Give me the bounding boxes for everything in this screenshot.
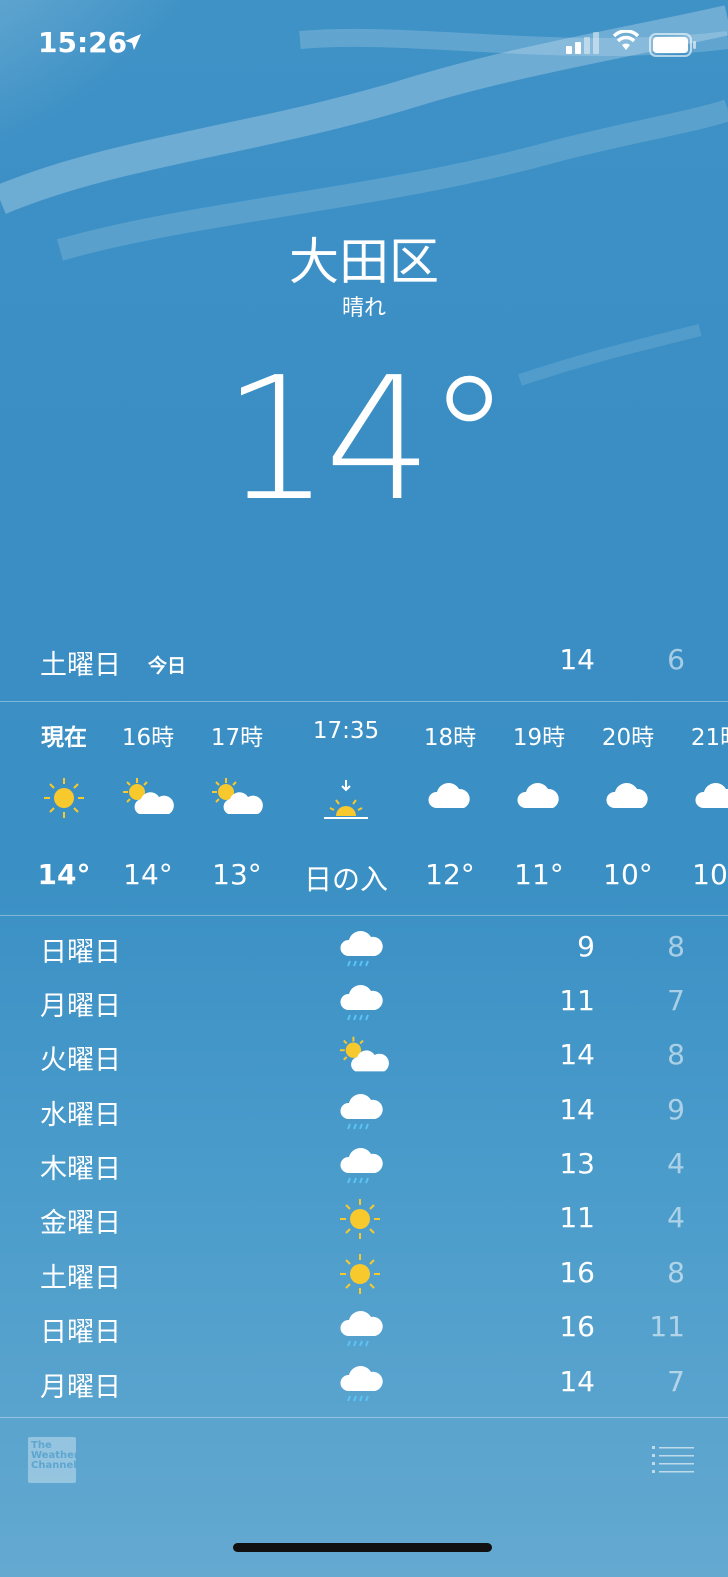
today-tag: 今日: [148, 655, 187, 677]
divider: [0, 1417, 728, 1418]
daily-low: 8: [667, 1038, 685, 1071]
cellular-signal-icon: [566, 32, 599, 54]
rain-icon: [338, 1089, 386, 1139]
status-bar: 15:26: [0, 0, 728, 90]
daily-row: 月曜日 14 7: [0, 1357, 728, 1411]
city-name: 大田区: [289, 233, 439, 291]
hour-label: 19時: [512, 725, 566, 751]
hour-temp: 14°: [123, 858, 173, 891]
daily-row: 日曜日 9 8: [0, 922, 728, 976]
rain-icon: [338, 926, 386, 976]
cloud-icon: [695, 776, 728, 816]
daily-day: 金曜日: [40, 1208, 121, 1239]
sun-icon: [338, 1197, 382, 1245]
daily-low: 4: [667, 1147, 685, 1180]
daily-row: 月曜日 11 7: [0, 976, 728, 1030]
hour-label: 17時: [210, 725, 264, 751]
home-indicator[interactable]: [233, 1543, 492, 1552]
rain-icon: [338, 1361, 386, 1411]
daily-day: 土曜日: [40, 1263, 121, 1294]
daily-low: 7: [667, 984, 685, 1017]
hour-temp: 10°: [692, 858, 728, 891]
daily-high: 9: [577, 930, 595, 963]
daily-high: 13: [559, 1147, 595, 1180]
partly-cloudy-icon: [210, 776, 264, 824]
today-row: 土曜日 今日 14 6: [0, 640, 728, 684]
daily-high: 14: [559, 1038, 595, 1071]
daily-low: 9: [667, 1093, 685, 1126]
daily-day: 月曜日: [40, 1372, 121, 1403]
daily-row: 火曜日 14 8: [0, 1030, 728, 1084]
hour-temp: 10°: [603, 858, 653, 891]
battery-icon: [649, 33, 696, 57]
sunset-icon: [322, 776, 370, 828]
divider: [0, 701, 728, 702]
hour-temp: 13°: [212, 858, 262, 891]
partly-cloudy-icon: [121, 776, 175, 824]
wifi-icon: [612, 30, 640, 50]
hour-temp: 日の入: [303, 863, 388, 896]
daily-row: 土曜日 16 8: [0, 1248, 728, 1302]
daily-day: 木曜日: [40, 1154, 121, 1185]
today-low: 6: [667, 643, 685, 676]
daily-day: 水曜日: [40, 1100, 121, 1131]
daily-low: 11: [649, 1310, 685, 1343]
logo-text: The Weather Channel: [31, 1440, 79, 1471]
daily-high: 16: [559, 1256, 595, 1289]
daily-high: 11: [559, 984, 595, 1017]
daily-low: 7: [667, 1365, 685, 1398]
daily-high: 14: [559, 1093, 595, 1126]
daily-row: 日曜日 16 11: [0, 1302, 728, 1356]
hour-temp: 12°: [425, 858, 475, 891]
today-day: 土曜日: [40, 650, 121, 681]
hour-label: 16時: [121, 725, 175, 751]
daily-high: 16: [559, 1310, 595, 1343]
sun-icon: [42, 776, 86, 824]
hour-label: 現在: [41, 725, 87, 751]
daily-low: 4: [667, 1201, 685, 1234]
daily-row: 水曜日 14 9: [0, 1085, 728, 1139]
daily-low: 8: [667, 930, 685, 963]
daily-high: 14: [559, 1365, 595, 1398]
divider: [0, 915, 728, 916]
cloud-icon: [517, 776, 561, 816]
daily-day: 火曜日: [40, 1045, 121, 1076]
hour-label: 17:35: [312, 718, 380, 744]
daily-row: 金曜日 11 4: [0, 1193, 728, 1247]
hour-label: 20時: [601, 725, 655, 751]
daily-low: 8: [667, 1256, 685, 1289]
cloud-icon: [428, 776, 472, 816]
hour-temp: 11°: [514, 858, 564, 891]
daily-row: 木曜日 13 4: [0, 1139, 728, 1193]
cloud-icon: [606, 776, 650, 816]
location-arrow-icon: [125, 34, 141, 50]
current-temperature: 14°: [222, 341, 511, 539]
rain-icon: [338, 980, 386, 1030]
sun-icon: [338, 1252, 382, 1300]
rain-icon: [338, 1306, 386, 1356]
weather-channel-logo[interactable]: The Weather Channel: [28, 1437, 79, 1483]
hour-label: 18時: [423, 725, 477, 751]
daily-day: 月曜日: [40, 991, 121, 1022]
partly-cloudy-icon: [338, 1034, 390, 1082]
today-high: 14: [559, 643, 595, 676]
daily-day: 日曜日: [40, 937, 121, 968]
condition-text: 晴れ: [341, 296, 386, 321]
status-time: 15:26: [38, 26, 128, 59]
hourly-forecast[interactable]: 現在 14° 16時 14° 17時 13° 17:35 日の入 18時 12°…: [0, 704, 728, 914]
daily-high: 11: [559, 1201, 595, 1234]
rain-icon: [338, 1143, 386, 1193]
hour-label: 21時: [690, 725, 728, 751]
hour-temp: 14°: [37, 858, 91, 891]
city-list-icon[interactable]: [652, 1444, 694, 1474]
daily-day: 日曜日: [40, 1317, 121, 1348]
